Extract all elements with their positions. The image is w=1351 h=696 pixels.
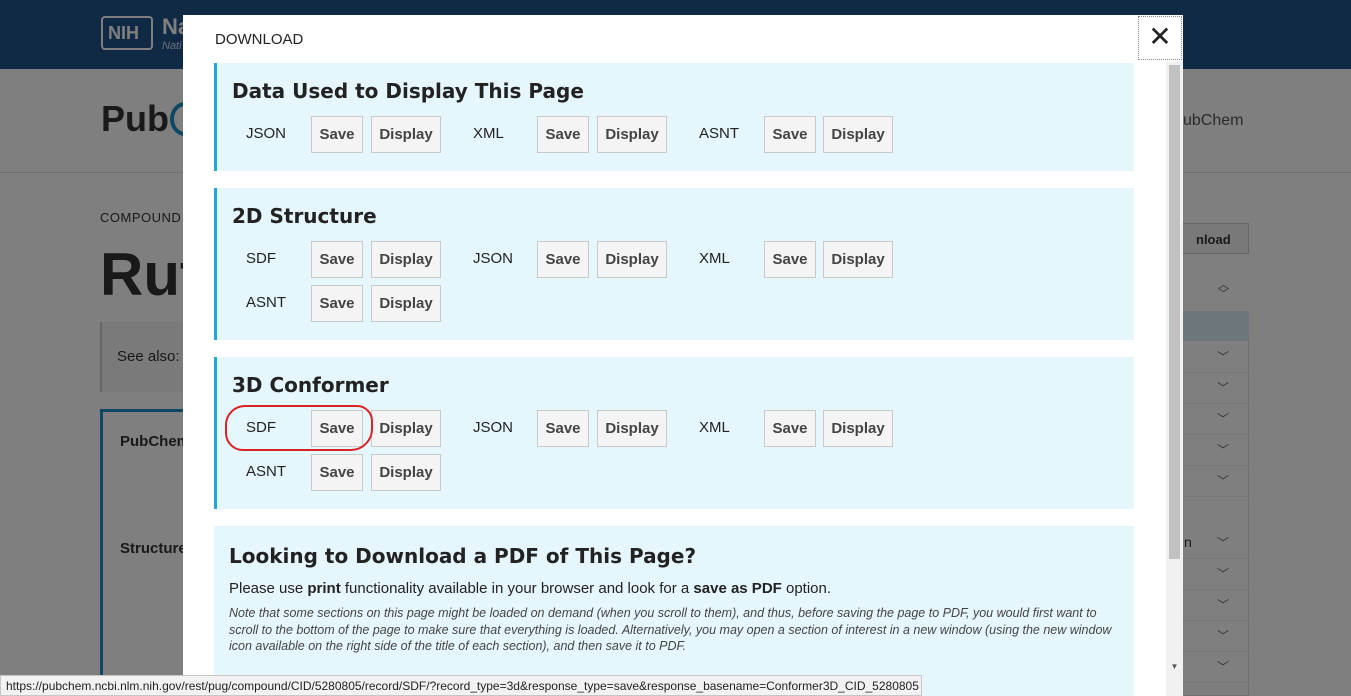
section-pdf: Looking to Download a PDF of This Page? …	[214, 526, 1134, 696]
format-label: SDF	[246, 250, 276, 267]
status-bar-url: https://pubchem.ncbi.nlm.nih.gov/rest/pu…	[0, 675, 922, 696]
format-label: JSON	[473, 419, 514, 436]
pdf-instructions: Please use print functionality available…	[229, 580, 831, 597]
save-button[interactable]: Save	[764, 410, 816, 447]
modal-title: DOWNLOAD	[215, 31, 304, 48]
pdf-note: Note that some sections on this page mig…	[229, 606, 1112, 653]
scroll-down-arrow-icon[interactable]: ▼	[1167, 662, 1182, 674]
save-button[interactable]: Save	[311, 241, 363, 278]
pdf-text-save-as-pdf: save as PDF	[693, 580, 782, 597]
display-button[interactable]: Display	[371, 285, 441, 322]
format-label: ASNT	[246, 294, 287, 311]
pdf-text-print: print	[307, 580, 341, 597]
display-button[interactable]: Display	[597, 241, 667, 278]
save-button[interactable]: Save	[311, 285, 363, 322]
save-button[interactable]: Save	[311, 454, 363, 491]
section-title: 2D Structure	[232, 204, 377, 228]
save-button[interactable]: Save	[764, 116, 816, 153]
pdf-text-middle: functionality available in your browser …	[340, 580, 694, 597]
format-label: XML	[699, 250, 730, 267]
save-button[interactable]: Save	[764, 241, 816, 278]
format-label: ASNT	[699, 125, 740, 142]
red-highlight-annotation	[225, 405, 373, 451]
pdf-text-prefix: Please use	[229, 580, 308, 597]
save-button[interactable]: Save	[537, 241, 589, 278]
section-2d-structure: 2D Structure SDF Save Display JSON Save …	[214, 188, 1134, 340]
section-title: 3D Conformer	[232, 373, 389, 397]
format-label: XML	[699, 419, 730, 436]
format-label: ASNT	[246, 463, 287, 480]
format-label: JSON	[473, 250, 514, 267]
format-label: XML	[473, 125, 504, 142]
save-button[interactable]: Save	[537, 410, 589, 447]
section-title: Data Used to Display This Page	[232, 79, 584, 103]
save-button[interactable]: Save	[311, 116, 363, 153]
display-button[interactable]: Display	[823, 116, 893, 153]
display-button[interactable]: Display	[597, 410, 667, 447]
close-icon[interactable]: ✕	[1138, 16, 1182, 60]
pdf-text-suffix: option.	[781, 580, 832, 597]
display-button[interactable]: Display	[371, 241, 441, 278]
display-button[interactable]: Display	[823, 410, 893, 447]
display-button[interactable]: Display	[597, 116, 667, 153]
modal-scrollbar-thumb[interactable]	[1169, 65, 1180, 559]
save-button[interactable]: Save	[537, 116, 589, 153]
download-modal: DOWNLOAD ✕ Data Used to Display This Pag…	[183, 15, 1183, 696]
display-button[interactable]: Display	[371, 454, 441, 491]
section-data-used: Data Used to Display This Page JSON Save…	[214, 63, 1134, 171]
display-button[interactable]: Display	[371, 116, 441, 153]
format-label: JSON	[246, 125, 287, 142]
display-button[interactable]: Display	[823, 241, 893, 278]
display-button[interactable]: Display	[371, 410, 441, 447]
pdf-section-title: Looking to Download a PDF of This Page?	[229, 544, 697, 568]
